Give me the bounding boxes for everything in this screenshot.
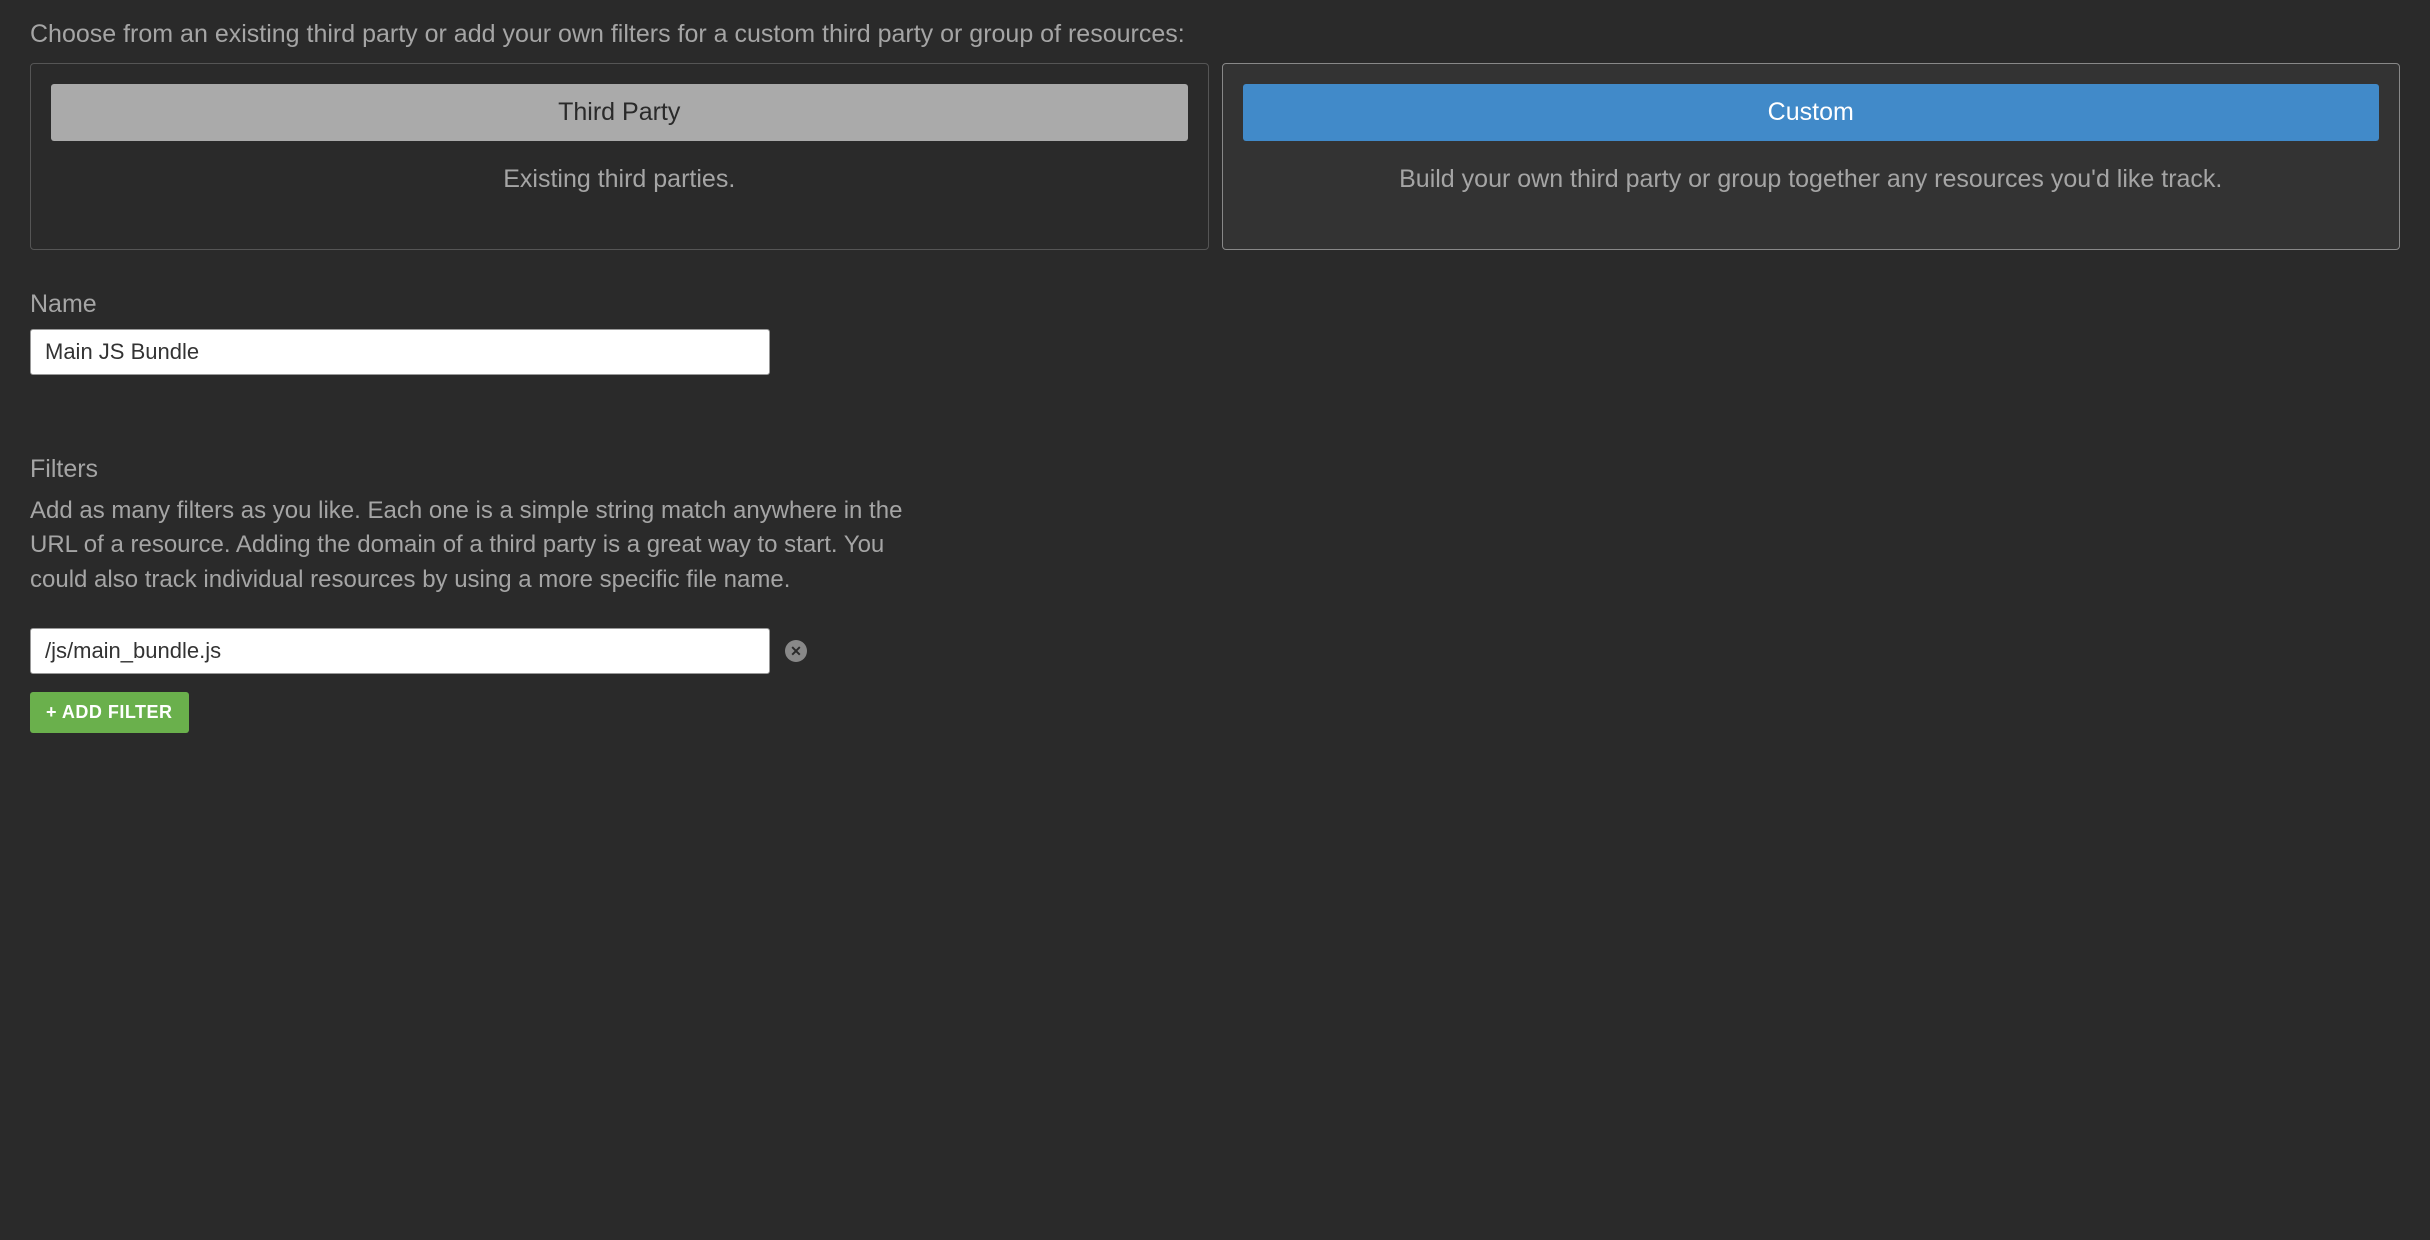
filters-help-text: Add as many filters as you like. Each on…: [30, 494, 930, 598]
remove-filter-icon[interactable]: [785, 640, 807, 662]
tab-third-party-description: Existing third parties.: [483, 161, 755, 229]
intro-text: Choose from an existing third party or a…: [30, 20, 2400, 49]
tab-custom-description: Build your own third party or group toge…: [1379, 161, 2242, 229]
filters-label: Filters: [30, 455, 2400, 484]
add-filter-button[interactable]: + ADD FILTER: [30, 692, 189, 733]
tab-third-party[interactable]: Third Party Existing third parties.: [30, 63, 1209, 250]
filter-row: [30, 628, 2400, 674]
name-input[interactable]: [30, 329, 770, 375]
tab-custom-header: Custom: [1243, 84, 2380, 141]
tabs-row: Third Party Existing third parties. Cust…: [30, 63, 2400, 250]
filter-input[interactable]: [30, 628, 770, 674]
tab-third-party-header: Third Party: [51, 84, 1188, 141]
name-label: Name: [30, 290, 2400, 319]
tab-custom[interactable]: Custom Build your own third party or gro…: [1222, 63, 2401, 250]
